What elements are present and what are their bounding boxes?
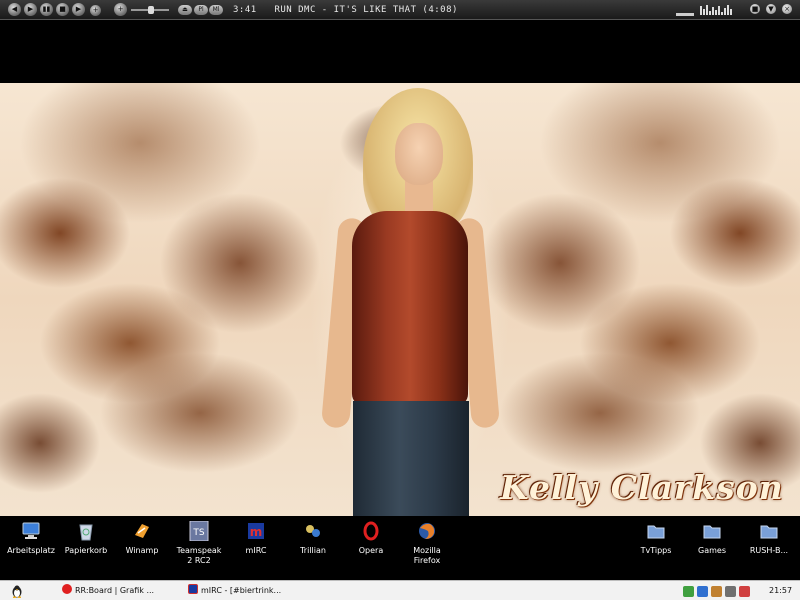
tray-network-icon[interactable]: [683, 585, 694, 597]
firefox-icon: [419, 523, 435, 539]
track-display: 3:41 RUN DMC - IT'S LIKE THAT (4:08): [233, 2, 673, 18]
next-button[interactable]: ▶: [72, 3, 85, 16]
desktop-icon-label: Opera: [358, 546, 384, 555]
desktop-icon-label: Teamspeak 2 RC2: [176, 546, 222, 565]
media-library-toggle[interactable]: Ml: [209, 5, 223, 15]
desktop-icon-label: Games: [698, 546, 726, 555]
teamspeak-icon: TS: [189, 521, 209, 541]
desktop-icon-rush-b[interactable]: RUSH-B...: [738, 521, 800, 556]
clock: 21:57: [769, 586, 793, 595]
winamp-bar: ◀ ▶ ▮▮ ■ ▶ + + ⏏ Pl Ml 3:41 RUN DMC - IT…: [0, 0, 800, 20]
mirc-icon: [188, 584, 198, 594]
desktop-icon-firefox[interactable]: Mozilla Firefox: [396, 521, 458, 566]
trillian-icon: [306, 525, 320, 537]
volume-knob[interactable]: [148, 6, 154, 14]
svg-text:TS: TS: [192, 528, 204, 538]
winamp-icon: [135, 524, 149, 538]
desktop-icon-tvtipps[interactable]: TvTipps: [625, 521, 687, 556]
computer-icon: [22, 522, 40, 539]
desktop-icon-label: Arbeitsplatz: [7, 546, 55, 555]
desktop-icon-trillian[interactable]: Trillian: [282, 521, 344, 556]
figure-top: [352, 211, 468, 406]
recycle-bin-icon: [79, 524, 93, 541]
desktop-icon-label: Mozilla Firefox: [413, 546, 441, 565]
desktop-icon-label: Trillian: [300, 546, 326, 555]
play-button[interactable]: ▶: [24, 3, 37, 16]
desktop-wallpaper: Kelly Clarkson: [0, 83, 800, 516]
shade-button[interactable]: ▼: [766, 4, 776, 14]
folder-icon: [760, 525, 778, 539]
desktop-icon-label: RUSH-B...: [749, 546, 789, 555]
tray-app-icon[interactable]: [711, 585, 722, 597]
figure-face: [395, 123, 443, 185]
close-button[interactable]: ×: [782, 4, 792, 14]
visualizer: [700, 4, 740, 15]
desktop-icon-area: Arbeitsplatz Papierkorb Winamp TS Teamsp…: [0, 516, 800, 580]
desktop-icon-papierkorb[interactable]: Papierkorb: [55, 521, 117, 556]
eject-button[interactable]: +: [90, 5, 101, 16]
folder-icon: [647, 525, 665, 539]
tray-messenger-icon[interactable]: [697, 585, 708, 597]
svg-text:m: m: [250, 525, 263, 539]
desktop-icon-label: TvTipps: [640, 546, 672, 555]
desktop-icon-games[interactable]: Games: [681, 521, 743, 556]
folder-icon: [703, 525, 721, 539]
desktop-icon-label: mIRC: [245, 546, 267, 555]
tray-volume-icon[interactable]: [725, 585, 736, 597]
task-button-mirc[interactable]: mIRC - [#biertrink...: [188, 584, 303, 598]
seek-bar[interactable]: [676, 13, 694, 16]
pause-button[interactable]: ▮▮: [40, 3, 53, 16]
desktop-icon-arbeitsplatz[interactable]: Arbeitsplatz: [0, 521, 62, 556]
task-label: RR:Board | Grafik ...: [75, 586, 155, 595]
track-title: RUN DMC - IT'S LIKE THAT (4:08): [274, 5, 458, 15]
prev-button[interactable]: ◀: [8, 3, 21, 16]
track-time: 3:41: [233, 5, 257, 15]
desktop-icon-label: Winamp: [125, 546, 159, 555]
mirc-icon: m: [248, 523, 264, 539]
add-button[interactable]: +: [114, 3, 127, 16]
task-label: mIRC - [#biertrink...: [201, 586, 282, 595]
opera-icon: [62, 584, 72, 594]
task-button-opera[interactable]: RR:Board | Grafik ...: [62, 584, 177, 598]
wallpaper-title: Kelly Clarkson: [500, 468, 784, 507]
tray-status-icon[interactable]: [739, 585, 750, 597]
desktop-icon-mirc[interactable]: m mIRC: [225, 521, 287, 556]
minimize-button[interactable]: ■: [750, 4, 760, 14]
desktop-icon-opera[interactable]: Opera: [340, 521, 402, 556]
figure-jeans: [353, 401, 469, 516]
desktop-icon-winamp[interactable]: Winamp: [111, 521, 173, 556]
opera-icon: [363, 521, 379, 541]
system-tray: [683, 583, 763, 599]
eject-pill-button[interactable]: ⏏: [178, 5, 192, 15]
stop-button[interactable]: ■: [56, 3, 69, 16]
tux-icon[interactable]: [10, 584, 24, 598]
playlist-toggle[interactable]: Pl: [194, 5, 208, 15]
desktop-icon-teamspeak[interactable]: TS Teamspeak 2 RC2: [168, 521, 230, 566]
taskbar: RR:Board | Grafik ... mIRC - [#biertrink…: [0, 580, 800, 600]
desktop-icon-label: Papierkorb: [64, 546, 108, 555]
